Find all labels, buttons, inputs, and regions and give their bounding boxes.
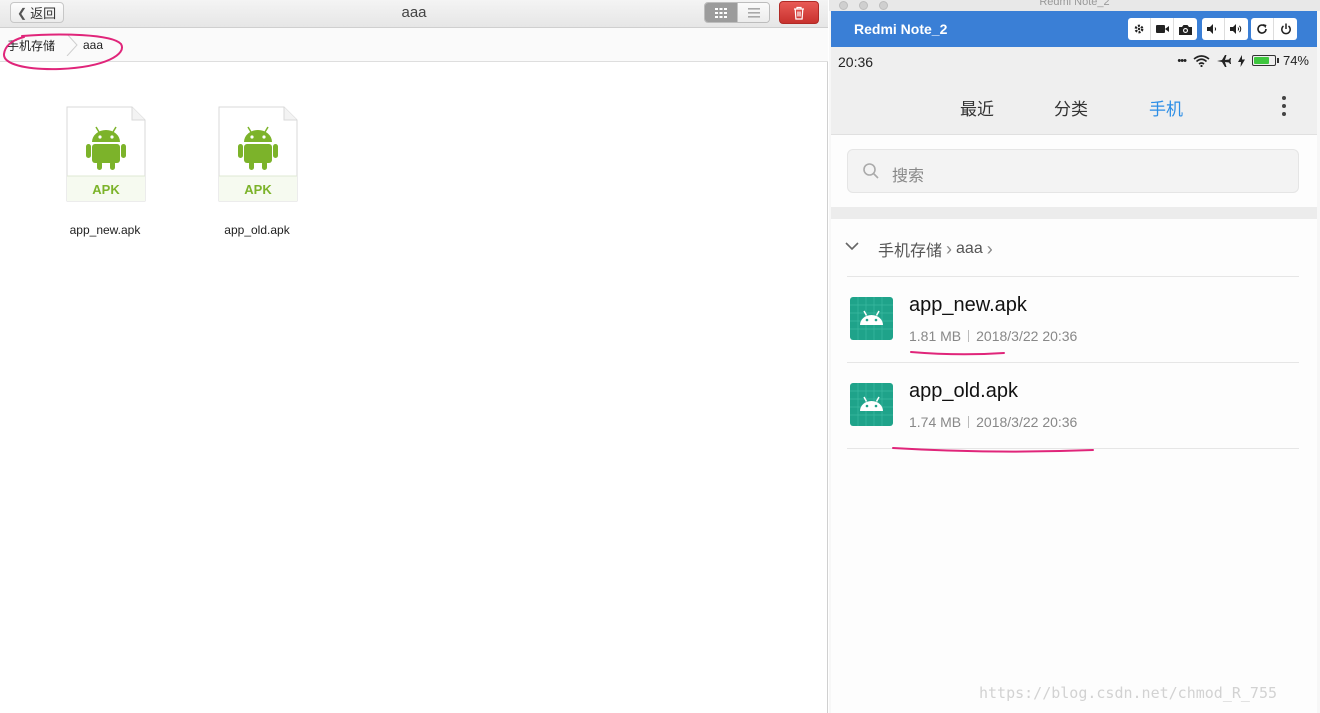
file-title: app_old.apk	[909, 380, 1018, 402]
file-meta: 1.74 MB 2018/3/22 20:36	[909, 414, 1077, 430]
rotate-button[interactable]	[1251, 18, 1274, 40]
phone-mirror-window: Redmi Note_2 Redmi Note_2 20:36 ••• 74% …	[829, 0, 1320, 713]
tab-bar: 最近 分类 手机	[831, 77, 1317, 135]
screenshot-button[interactable]	[1174, 18, 1197, 40]
back-button[interactable]: ❮ 返回	[10, 2, 65, 23]
grid-icon	[715, 7, 727, 18]
file-row-app-new[interactable]: app_new.apk 1.81 MB 2018/3/22 20:36	[831, 277, 1317, 361]
list-view-button[interactable]	[737, 3, 769, 22]
chevron-right-icon: ›	[946, 238, 953, 259]
file-name: app_old.apk	[224, 223, 290, 237]
volume-up-button[interactable]	[1225, 18, 1248, 40]
grid-view-button[interactable]	[705, 3, 737, 22]
file-title: app_new.apk	[909, 294, 1027, 316]
charging-bolt-icon	[1237, 54, 1245, 67]
file-date: 2018/3/22 20:36	[976, 328, 1078, 344]
mirror-window-titlebar: Redmi Note_2	[829, 0, 1320, 11]
device-tools-group	[1128, 18, 1197, 40]
power-group	[1251, 18, 1297, 40]
trash-icon	[794, 6, 804, 20]
file-tile-app-old[interactable]: APK app_old.apk	[202, 106, 312, 246]
status-bar: 20:36 ••• 74%	[831, 47, 1317, 77]
tab-category[interactable]: 分类	[1054, 95, 1088, 120]
breadcrumb-item-aaa[interactable]: aaa	[83, 28, 103, 62]
apk-badge: APK	[244, 182, 272, 197]
volume-down-icon	[1207, 24, 1217, 34]
search-icon	[863, 163, 879, 179]
file-date: 2018/3/22 20:36	[976, 414, 1078, 430]
more-dot-icon	[1282, 112, 1286, 116]
search-placeholder: 搜索	[892, 168, 925, 185]
chevron-left-icon: ❮	[17, 5, 28, 20]
list-icon	[747, 7, 760, 18]
status-icons: ••• 74%	[1177, 53, 1309, 68]
more-dot-icon	[1282, 104, 1286, 108]
window-toolbar: ❮ 返回 aaa	[0, 0, 828, 28]
airplane-mode-icon	[1216, 54, 1231, 67]
wifi-icon	[1193, 54, 1210, 67]
more-options-button[interactable]	[1281, 96, 1287, 116]
camera-icon	[1179, 24, 1192, 35]
file-name: app_new.apk	[69, 223, 141, 237]
path-segment-storage[interactable]: 手机存储	[878, 237, 942, 261]
settings-button[interactable]	[1128, 18, 1151, 40]
desktop-file-window: ❮ 返回 aaa 手机存储 aaa APK app_new.apk APK ap…	[0, 0, 828, 713]
notification-dots: •••	[1177, 54, 1187, 67]
apk-icon	[850, 383, 893, 426]
chevron-right-icon: ›	[986, 238, 993, 259]
breadcrumb-item-storage[interactable]: 手机存储	[7, 28, 55, 62]
divider	[847, 448, 1299, 449]
video-camera-icon	[1155, 25, 1169, 33]
device-name: Redmi Note_2	[854, 21, 948, 37]
volume-up-icon	[1230, 24, 1242, 34]
volume-down-button[interactable]	[1202, 18, 1225, 40]
screen: ❮ 返回 aaa 手机存储 aaa APK app_new.apk APK ap…	[0, 0, 1320, 713]
more-dot-icon	[1282, 96, 1286, 100]
chevron-down-icon	[845, 242, 859, 251]
rotate-icon	[1257, 24, 1267, 34]
file-size: 1.81 MB	[909, 328, 962, 344]
file-tile-app-new[interactable]: APK app_new.apk	[50, 106, 160, 246]
path-breadcrumb[interactable]: 手机存储 › aaa ›	[831, 219, 1317, 276]
breadcrumb: 手机存储 aaa	[0, 28, 828, 62]
phone-screen: 20:36 ••• 74% 最近 分类 手机 搜索 手机存储 › aaa › a…	[831, 47, 1317, 713]
file-size: 1.74 MB	[909, 414, 962, 430]
file-row-app-old[interactable]: app_old.apk 1.74 MB 2018/3/22 20:36	[831, 363, 1317, 447]
view-mode-toggle[interactable]	[704, 2, 770, 23]
meta-separator	[968, 416, 970, 428]
section-separator	[831, 207, 1317, 219]
power-button[interactable]	[1274, 18, 1297, 40]
mirror-window-title: Redmi Note_2	[1039, 0, 1110, 8]
device-control-bar: Redmi Note_2	[831, 11, 1317, 47]
tab-recent[interactable]: 最近	[960, 95, 994, 120]
back-label: 返回	[30, 6, 57, 21]
delete-button[interactable]	[779, 1, 819, 24]
gear-icon	[1134, 24, 1144, 34]
path-segment-aaa[interactable]: aaa	[956, 240, 983, 258]
tab-phone[interactable]: 手机	[1149, 95, 1183, 120]
apk-badge: APK	[92, 182, 120, 197]
search-input[interactable]: 搜索	[847, 149, 1299, 193]
path-text: 手机存储 › aaa ›	[878, 237, 993, 261]
volume-group	[1202, 18, 1248, 40]
meta-separator	[968, 330, 970, 342]
file-meta: 1.81 MB 2018/3/22 20:36	[909, 328, 1077, 344]
status-time: 20:36	[838, 54, 874, 70]
power-icon	[1280, 23, 1291, 35]
record-video-button[interactable]	[1151, 18, 1174, 40]
battery-icon	[1251, 55, 1279, 66]
breadcrumb-separator	[66, 34, 78, 56]
battery-percent: 74%	[1282, 53, 1309, 68]
apk-icon	[850, 297, 893, 340]
